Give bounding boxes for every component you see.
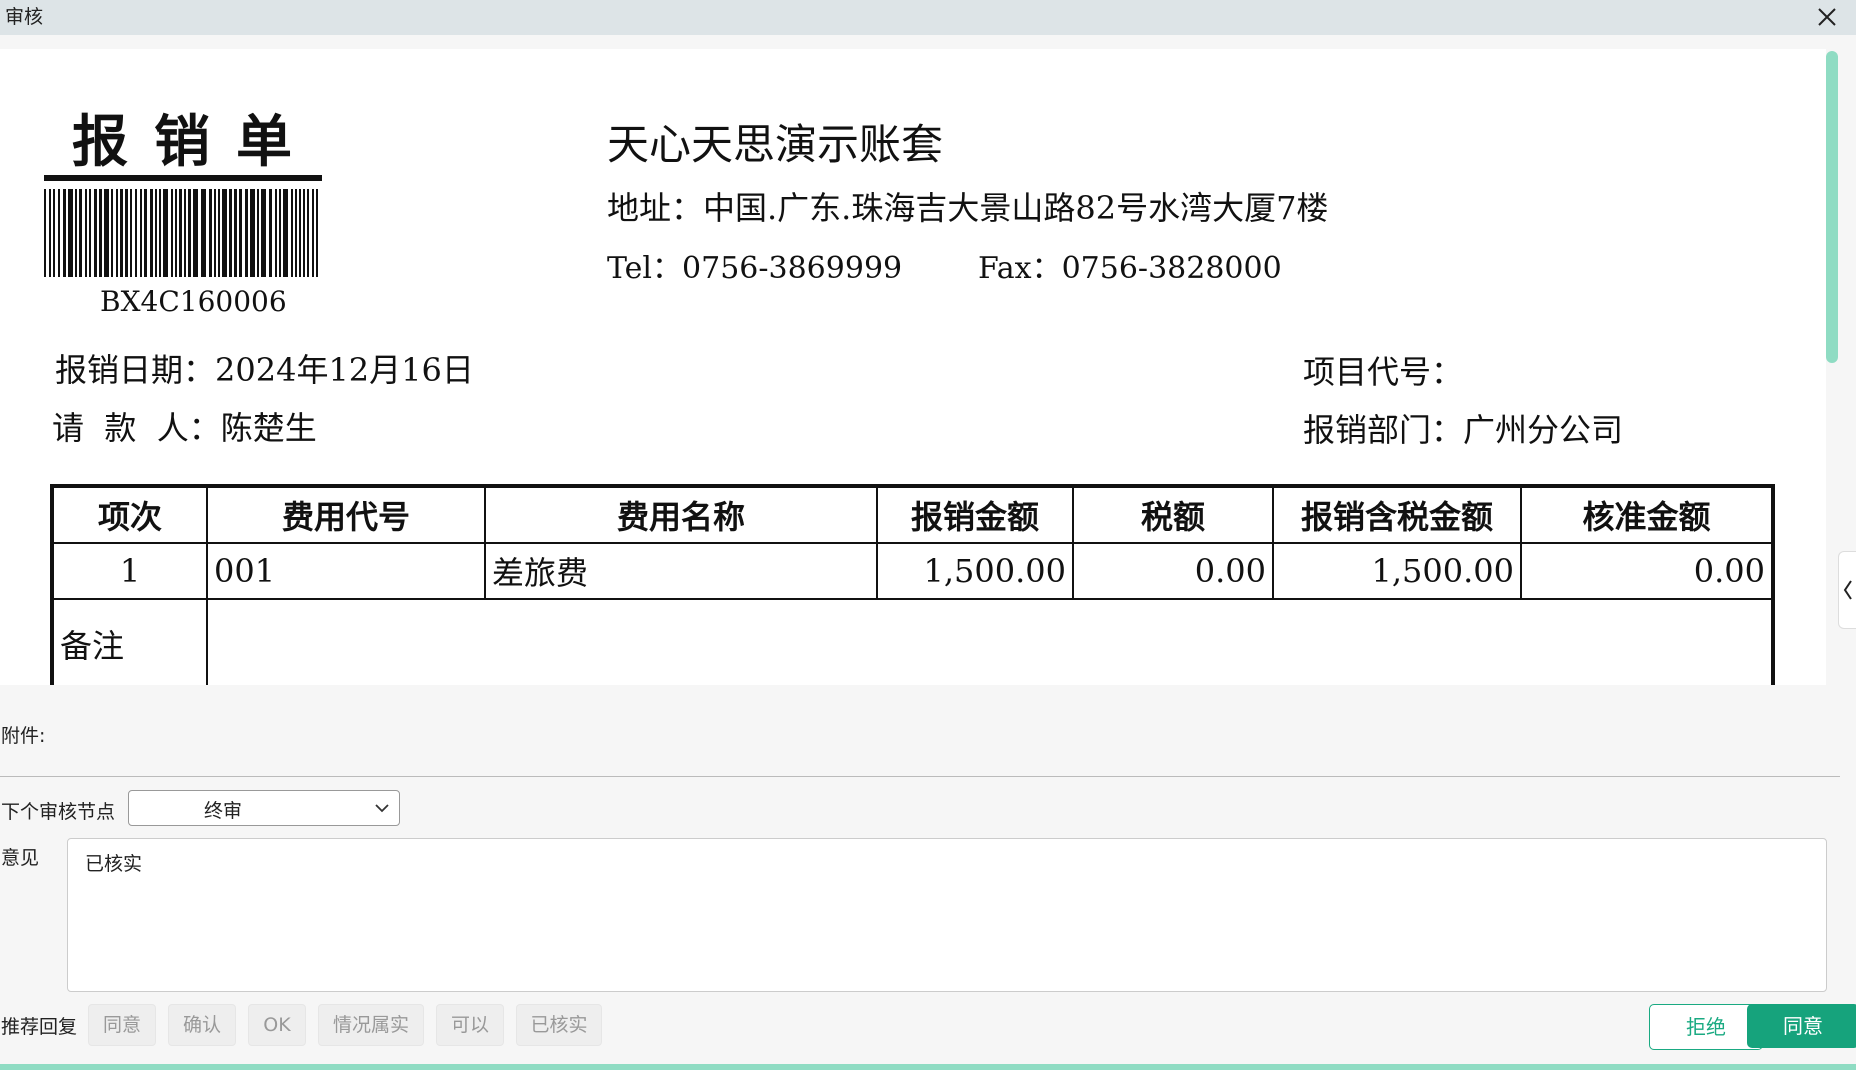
suggestion-chip[interactable]: 同意 — [88, 1004, 156, 1046]
chevron-left-icon — [1843, 580, 1852, 600]
suggestion-chip[interactable]: 可以 — [436, 1004, 504, 1046]
agree-button[interactable]: 同意 — [1747, 1004, 1856, 1048]
expense-table: 项次 费用代号 费用名称 报销金额 税额 报销含税金额 核准金额 1 001 差… — [50, 484, 1775, 685]
table-cell: 0.00 — [1072, 542, 1274, 600]
next-node-label: 下个审核节点 — [1, 801, 116, 823]
table-header-cell: 税额 — [1072, 485, 1274, 544]
bottom-accent-bar — [0, 1064, 1856, 1070]
window-title: 审核 — [5, 6, 44, 28]
opinion-label: 意见 — [1, 847, 40, 869]
divider — [0, 776, 1840, 777]
table-cell: 差旅费 — [484, 542, 878, 600]
company-fax: Fax：0756-3828000 — [978, 251, 1282, 286]
project-code: 项目代号： — [1303, 353, 1464, 391]
attachment-label: 附件: — [1, 725, 46, 747]
suggestion-chip[interactable]: OK — [248, 1004, 306, 1046]
company-tel: Tel：0756-3869999 — [607, 251, 903, 286]
table-header-cell: 报销含税金额 — [1272, 485, 1522, 544]
suggest-label: 推荐回复 — [1, 1016, 78, 1038]
table-header-row: 项次 费用代号 费用名称 报销金额 税额 报销含税金额 核准金额 — [51, 485, 1774, 544]
reimburse-date: 报销日期：2024年12月16日 — [55, 351, 474, 389]
table-row: 1 001 差旅费 1,500.00 0.00 1,500.00 0.00 — [51, 542, 1774, 600]
company-name: 天心天思演示账套 — [607, 120, 944, 169]
remark-value — [206, 598, 1774, 685]
chevron-down-icon — [375, 804, 389, 813]
side-panel-toggle[interactable] — [1838, 551, 1856, 629]
document-scrollbar[interactable] — [1826, 51, 1838, 363]
barcode-number: BX4C160006 — [100, 285, 287, 318]
table-header-cell: 报销金额 — [876, 485, 1074, 544]
suggestion-chip[interactable]: 情况属实 — [318, 1004, 424, 1046]
table-cell: 0.00 — [1520, 542, 1774, 600]
table-header-cell: 费用名称 — [484, 485, 878, 544]
document-title: 报销单 — [72, 109, 318, 175]
reject-button[interactable]: 拒绝 — [1649, 1004, 1763, 1050]
close-icon[interactable] — [1812, 2, 1842, 32]
document-preview: 报销单 BX4C160006 天心天思演示账套 地址：中国.广东.珠海吉大景山路… — [0, 49, 1826, 685]
table-header-cell: 费用代号 — [206, 485, 486, 544]
remark-label: 备注 — [51, 598, 208, 685]
table-cell: 1,500.00 — [876, 542, 1074, 600]
remark-row: 备注 — [51, 598, 1774, 685]
window-titlebar: 审核 — [0, 0, 1856, 35]
barcode-image — [44, 189, 318, 277]
requester: 请 款 人：陈楚生 — [52, 409, 317, 447]
table-cell: 1,500.00 — [1272, 542, 1522, 600]
next-node-value: 终审 — [204, 800, 243, 822]
table-cell: 001 — [206, 542, 486, 600]
table-header-cell: 项次 — [51, 485, 208, 544]
reimburse-dept: 报销部门：广州分公司 — [1303, 411, 1624, 449]
opinion-textarea[interactable]: 已核实 — [67, 838, 1827, 992]
title-underline — [44, 175, 322, 181]
suggestion-chip[interactable]: 已核实 — [516, 1004, 602, 1046]
next-node-select[interactable]: 终审 — [128, 790, 400, 826]
table-cell: 1 — [51, 542, 208, 600]
table-header-cell: 核准金额 — [1520, 485, 1774, 544]
suggestion-chip[interactable]: 确认 — [168, 1004, 236, 1046]
company-address: 地址：中国.广东.珠海吉大景山路82号水湾大厦7楼 — [607, 189, 1329, 227]
